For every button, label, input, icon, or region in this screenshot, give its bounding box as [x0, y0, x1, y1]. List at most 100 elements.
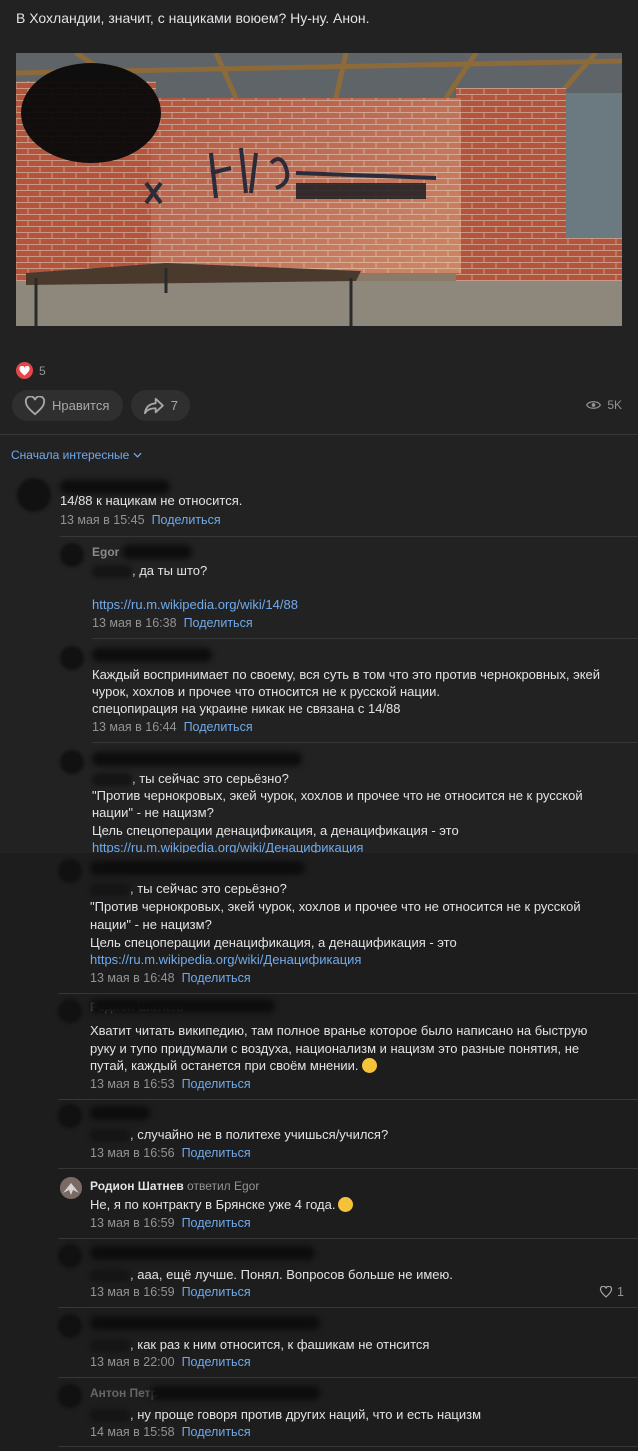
comment-share-link[interactable]: Поделиться [184, 720, 253, 734]
post-photo[interactable] [16, 53, 622, 326]
smile-emoji-icon [361, 1058, 377, 1073]
comment-text-body: Не, я по контракту в Брянске уже 4 года. [90, 1197, 336, 1212]
comment-avatar[interactable] [60, 1177, 82, 1199]
mention-hidden[interactable] [90, 1269, 130, 1283]
comment-text-body: , ты сейчас это серьёзно? [132, 771, 289, 786]
comment-text-line: путай, каждый останется при своём мнении… [90, 1057, 377, 1074]
comment-share-link[interactable]: Поделиться [152, 513, 221, 527]
heart-outline-icon [24, 395, 46, 415]
comment-text-line: руку и тупо придумали с воздуха, национа… [90, 1041, 580, 1056]
share-arrow-icon [143, 397, 164, 414]
comment-meta: 13 мая в 16:59 Поделиться [90, 1216, 251, 1230]
comment-share-link[interactable]: Поделиться [182, 1077, 251, 1091]
mention-hidden[interactable] [90, 1409, 130, 1423]
comment-date[interactable]: 13 мая в 16:38 [92, 616, 177, 630]
comment-text-line: чурок, хохлов и прочее что относится не … [92, 684, 440, 699]
comment-text-line: "Против чернокровых, экей чурок, хохлов … [92, 788, 583, 803]
comment-date[interactable]: 13 мая в 15:45 [60, 513, 145, 527]
comment-author[interactable]: Egor [92, 544, 119, 561]
post-divider [0, 434, 638, 435]
comment-avatar[interactable] [17, 478, 51, 512]
comment-share-link[interactable]: Поделиться [182, 971, 251, 985]
comment-author-hidden[interactable] [90, 1316, 320, 1330]
comment-link[interactable]: https://ru.m.wikipedia.org/wiki/Денацифи… [92, 839, 363, 853]
comment-divider [58, 1446, 638, 1447]
comment-date[interactable]: 14 мая в 15:58 [90, 1425, 175, 1439]
views-count: 5K [607, 398, 622, 412]
comment-author[interactable]: Антон Петр [90, 1385, 158, 1402]
comment-avatar[interactable] [58, 859, 82, 883]
comment-divider [58, 1168, 638, 1169]
comment-like-button[interactable]: 1 [599, 1285, 624, 1299]
comment-text-body: , ааа, ещё лучше. Понял. Вопросов больше… [130, 1267, 453, 1282]
comment-text-body: , как раз к ним относится, к фашикам не … [130, 1337, 430, 1352]
comment-date[interactable]: 13 мая в 16:59 [90, 1285, 175, 1299]
comment-text-body: , ну проще говоря против других наций, ч… [130, 1407, 482, 1422]
like-button[interactable]: Нравится [12, 390, 123, 421]
mention-hidden[interactable] [92, 773, 132, 787]
mention-hidden[interactable] [92, 565, 132, 579]
heart-reaction-icon [16, 362, 33, 379]
comments-sort-dropdown[interactable]: Сначала интересные [11, 448, 142, 462]
comment-divider [92, 742, 638, 743]
reactions-summary[interactable]: 5 [16, 362, 46, 379]
comment-date[interactable]: 13 мая в 16:48 [90, 971, 175, 985]
comment-meta: 13 мая в 16:59 Поделиться [90, 1285, 251, 1299]
comment-text: Не, я по контракту в Брянске уже 4 года. [90, 1196, 354, 1213]
comment-text-line: спецопирация на украине никак не связана… [92, 701, 401, 716]
comments-sort-label: Сначала интересные [11, 448, 130, 462]
share-button[interactable]: 7 [131, 390, 190, 421]
like-label: Нравится [52, 398, 110, 413]
comment-divider [58, 1377, 638, 1378]
comment-author-hidden [122, 545, 192, 559]
mention-hidden[interactable] [90, 1129, 130, 1143]
relieved-emoji-icon [338, 1197, 354, 1212]
comment-avatar[interactable] [60, 543, 84, 567]
comment-author-hidden [90, 999, 275, 1013]
comment-avatar[interactable] [58, 999, 82, 1023]
comment-text-line: "Против чернокровых, экей чурок, хохлов … [90, 899, 581, 914]
comment-text-body: , случайно не в политехе учишься/учился? [130, 1127, 389, 1142]
comment-date[interactable]: 13 мая в 22:00 [90, 1355, 175, 1369]
comment-text-line: , ты сейчас это серьёзно? [90, 880, 287, 897]
comment-author-hidden[interactable] [90, 1106, 150, 1120]
comment-likes-count: 1 [617, 1285, 624, 1299]
comment-share-link[interactable]: Поделиться [182, 1425, 251, 1439]
comment-avatar[interactable] [58, 1384, 82, 1408]
comment-text-line: Цель спецоперации денацификация, а денац… [92, 823, 459, 838]
comment-text-line: Хватит читать википедию, там полное вран… [90, 1023, 588, 1038]
comment-avatar[interactable] [58, 1314, 82, 1338]
comment-avatar[interactable] [60, 750, 84, 774]
mention-hidden[interactable] [90, 883, 130, 897]
comment-share-link[interactable]: Поделиться [182, 1216, 251, 1230]
post-text: В Хохландии, значит, с нациками воюем? Н… [16, 10, 370, 26]
comment-text: , ну проще говоря против других наций, ч… [90, 1406, 481, 1423]
comment-date[interactable]: 13 мая в 16:53 [90, 1077, 175, 1091]
comment-share-link[interactable]: Поделиться [182, 1355, 251, 1369]
comment-text: 14/88 к нацикам не относится. [60, 493, 243, 508]
comment-share-link[interactable]: Поделиться [184, 616, 253, 630]
comment-avatar[interactable] [58, 1244, 82, 1268]
reply-to-label[interactable]: ответил Egor [187, 1179, 259, 1193]
comment-text-body: , ты сейчас это серьёзно? [130, 881, 287, 896]
comment-author[interactable]: Родион Шатнев [90, 1179, 184, 1193]
comment-share-link[interactable]: Поделиться [182, 1146, 251, 1160]
comment-date[interactable]: 13 мая в 16:56 [90, 1146, 175, 1160]
comment-date[interactable]: 13 мая в 16:59 [90, 1216, 175, 1230]
comment-author-hidden [150, 1386, 320, 1400]
comment-avatar[interactable] [60, 646, 84, 670]
comment-divider [58, 1099, 638, 1100]
comment-avatar[interactable] [58, 1104, 82, 1128]
comment-author-hidden[interactable] [90, 1246, 315, 1260]
comment-author-hidden[interactable] [90, 861, 305, 875]
comment-text-body: , да ты што? [132, 563, 208, 578]
comment-link[interactable]: https://ru.m.wikipedia.org/wiki/14/88 [92, 596, 298, 613]
comment-link[interactable]: https://ru.m.wikipedia.org/wiki/Денацифи… [90, 951, 361, 968]
comment-meta: 14 мая в 15:58 Поделиться [90, 1425, 251, 1439]
mention-hidden[interactable] [90, 1339, 130, 1353]
comment-share-link[interactable]: Поделиться [182, 1285, 251, 1299]
comment-author-hidden[interactable] [92, 752, 302, 766]
comment-date[interactable]: 13 мая в 16:44 [92, 720, 177, 734]
share-count: 7 [170, 398, 178, 413]
comment-author-hidden[interactable] [92, 648, 212, 662]
